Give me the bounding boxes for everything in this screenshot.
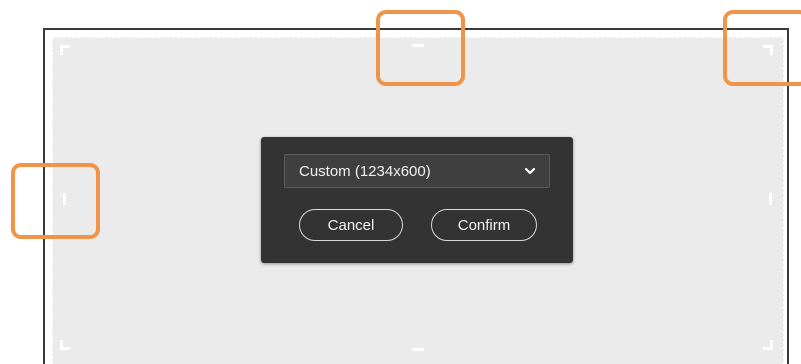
screen: Custom (1234x600) Cancel Confirm bbox=[0, 0, 801, 364]
crop-handle-bottom-right[interactable] bbox=[763, 340, 773, 350]
dialog-actions: Cancel Confirm bbox=[299, 209, 537, 241]
cancel-button[interactable]: Cancel bbox=[299, 209, 403, 241]
highlight-top-right-handle bbox=[723, 10, 801, 86]
size-preset-value: Custom (1234x600) bbox=[299, 162, 431, 180]
crop-handle-right[interactable] bbox=[769, 193, 772, 205]
size-preset-select[interactable]: Custom (1234x600) bbox=[284, 154, 550, 188]
confirm-button[interactable]: Confirm bbox=[431, 209, 537, 241]
chevron-down-icon bbox=[524, 167, 536, 175]
crop-handle-bottom[interactable] bbox=[412, 348, 424, 351]
highlight-left-handle bbox=[11, 163, 100, 239]
crop-handle-top-left[interactable] bbox=[60, 45, 70, 55]
crop-size-dialog: Custom (1234x600) Cancel Confirm bbox=[261, 137, 573, 263]
highlight-top-handle bbox=[376, 10, 465, 86]
crop-handle-bottom-left[interactable] bbox=[60, 340, 70, 350]
